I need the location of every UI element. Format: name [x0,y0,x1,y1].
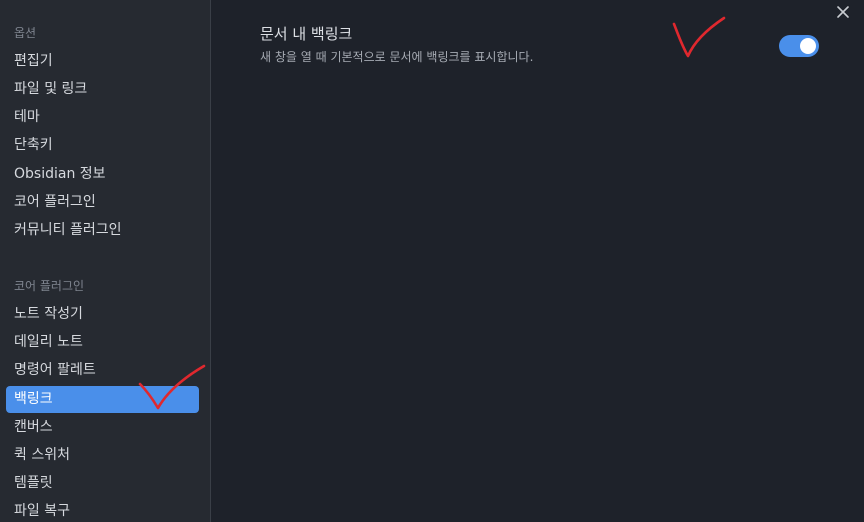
sidebar-item-editor[interactable]: 편집기 [6,48,199,75]
sidebar-item-note-composer[interactable]: 노트 작성기 [6,301,199,328]
setting-title: 문서 내 백링크 [260,25,353,43]
close-icon [837,6,849,18]
sidebar-item-hotkeys[interactable]: 단축키 [6,132,199,159]
toggle-knob [800,38,816,54]
close-button[interactable] [834,3,852,21]
sidebar-item-canvas[interactable]: 캔버스 [6,414,199,441]
sidebar-item-files-links[interactable]: 파일 및 링크 [6,76,199,103]
core-plugins-section-header: 코어 플러그인 [14,279,85,293]
sidebar-item-about[interactable]: Obsidian 정보 [6,161,199,188]
sidebar-item-quick-switcher[interactable]: 퀵 스위처 [6,442,199,469]
setting-description: 새 창을 열 때 기본적으로 문서에 백링크를 표시합니다. [260,50,534,64]
sidebar-item-daily-notes[interactable]: 데일리 노트 [6,329,199,356]
sidebar-item-community-plugins[interactable]: 커뮤니티 플러그인 [6,217,199,244]
settings-sidebar: 옵션 편집기 파일 및 링크 테마 단축키 Obsidian 정보 코어 플러그… [0,0,211,522]
settings-content: 문서 내 백링크 새 창을 열 때 기본적으로 문서에 백링크를 표시합니다. [212,0,864,522]
sidebar-item-templates[interactable]: 템플릿 [6,470,199,497]
sidebar-item-theme[interactable]: 테마 [6,104,199,131]
sidebar-item-file-recovery[interactable]: 파일 복구 [6,498,199,522]
options-section-header: 옵션 [14,26,37,40]
sidebar-item-backlinks[interactable]: 백링크 [6,386,199,413]
sidebar-item-command-palette[interactable]: 명령어 팔레트 [6,357,199,384]
sidebar-item-core-plugins[interactable]: 코어 플러그인 [6,189,199,216]
backlinks-in-document-toggle[interactable] [779,35,819,57]
settings-window: 옵션 편집기 파일 및 링크 테마 단축키 Obsidian 정보 코어 플러그… [0,0,864,522]
